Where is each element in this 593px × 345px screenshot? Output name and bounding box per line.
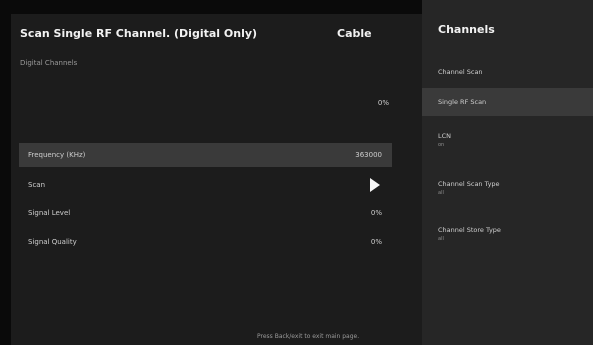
menu-item-label: LCN [438, 132, 452, 140]
scan-progress-value: 0% [377, 99, 389, 107]
digital-channels-label: Digital Channels [20, 59, 78, 67]
frequency-value: 363000 [355, 151, 382, 159]
menu-item-label: Single RF Scan [438, 98, 487, 106]
menu-item-value: all [438, 236, 444, 242]
menu-item-single-rf-scan[interactable]: Single RF Scan [422, 88, 593, 116]
signal-level-value: 0% [370, 209, 382, 217]
menu-item-channel-scan-type[interactable]: Channel Scan Type all [422, 176, 593, 204]
channels-menu: Channels Channel Scan Single RF Scan LCN… [422, 0, 593, 345]
menu-item-label: Channel Scan Type [438, 180, 500, 188]
signal-quality-value: 0% [370, 238, 382, 246]
scan-panel: Scan Single RF Channel. (Digital Only) C… [11, 14, 422, 345]
menu-item-channel-scan[interactable]: Channel Scan [422, 58, 593, 86]
menu-item-value: all [438, 190, 444, 196]
menu-item-channel-store-type[interactable]: Channel Store Type all [422, 222, 593, 250]
signal-source: Cable [337, 27, 372, 40]
tv-settings-screen: Scan Single RF Channel. (Digital Only) C… [0, 0, 593, 345]
scan-label: Scan [28, 181, 46, 189]
menu-item-lcn[interactable]: LCN on [422, 128, 593, 156]
signal-level-label: Signal Level [28, 209, 71, 217]
menu-item-label: Channel Scan [438, 68, 483, 76]
signal-level-row: Signal Level 0% [19, 201, 392, 225]
menu-item-label: Channel Store Type [438, 226, 501, 234]
play-icon[interactable] [370, 178, 380, 192]
footer-hint: Press Back/exit to exit main page. [257, 333, 360, 340]
page-title: Scan Single RF Channel. (Digital Only) [20, 27, 258, 40]
menu-title: Channels [438, 23, 495, 36]
signal-quality-label: Signal Quality [28, 238, 77, 246]
menu-item-value: on [438, 142, 445, 148]
frequency-row[interactable]: Frequency (KHz) 363000 [19, 143, 392, 167]
frequency-label: Frequency (KHz) [28, 151, 86, 159]
signal-quality-row: Signal Quality 0% [19, 230, 392, 254]
scan-row[interactable]: Scan [19, 173, 392, 197]
